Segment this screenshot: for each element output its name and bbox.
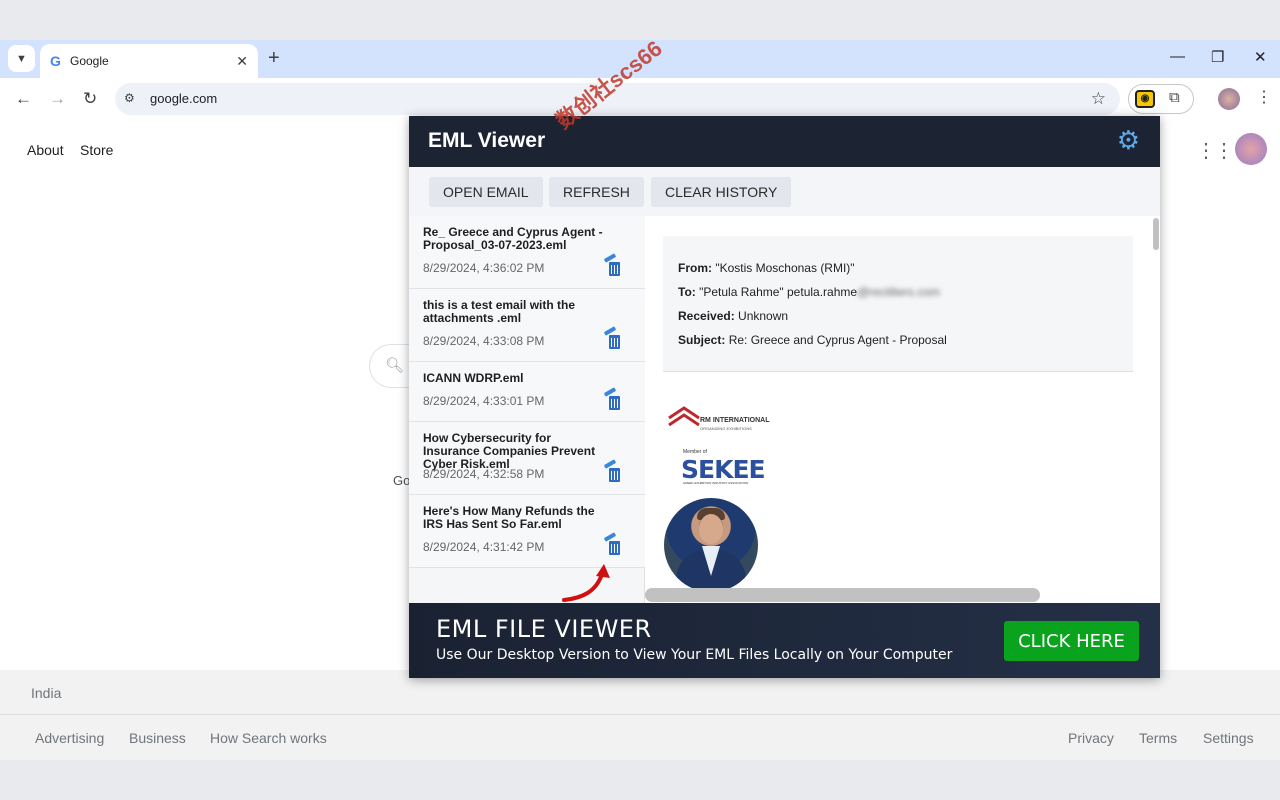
- email-file-name: ICANN WDRP.eml: [423, 371, 524, 385]
- email-date: 8/29/2024, 4:36:02 PM: [423, 261, 545, 275]
- google-offered-text: Go: [393, 473, 411, 488]
- email-date: 8/29/2024, 4:32:58 PM: [423, 467, 545, 481]
- site-settings-icon[interactable]: ⚙: [124, 91, 135, 105]
- rmi-chevron-icon: [668, 406, 700, 427]
- vertical-scrollbar[interactable]: [1153, 218, 1159, 250]
- email-list-item[interactable]: Re_ Greece and Cyprus Agent - Proposal_0…: [409, 216, 645, 289]
- restore-icon[interactable]: ❐: [1211, 48, 1224, 66]
- forward-icon[interactable]: →: [49, 89, 66, 109]
- how-search-works-link[interactable]: How Search works: [210, 730, 327, 746]
- sekee-name: SEKEE: [681, 455, 766, 484]
- clear-history-button[interactable]: CLEAR HISTORY: [651, 177, 792, 207]
- email-file-name: How Cybersecurity for Insurance Companie…: [423, 431, 596, 471]
- gear-icon[interactable]: ⚙: [1117, 125, 1140, 156]
- tab-search-chevron-down-icon[interactable]: ▼: [8, 45, 35, 72]
- popup-title: EML Viewer: [428, 129, 546, 152]
- google-favicon-icon: G: [50, 53, 61, 69]
- email-list-item[interactable]: How Cybersecurity for Insurance Companie…: [409, 422, 645, 495]
- subject-label: Subject:: [678, 333, 726, 347]
- click-here-button[interactable]: CLICK HERE: [1004, 621, 1139, 661]
- banner-subtitle: Use Our Desktop Version to View Your EML…: [436, 647, 953, 663]
- url-text[interactable]: google.com: [150, 91, 217, 106]
- email-list-item[interactable]: this is a test email with the attachment…: [409, 289, 645, 362]
- country-label: India: [31, 685, 62, 701]
- tab-google[interactable]: G Google ✕: [40, 44, 258, 78]
- delete-trash-icon[interactable]: [603, 532, 623, 557]
- received-row: Received: Unknown: [678, 309, 788, 323]
- store-link[interactable]: Store: [80, 142, 113, 158]
- about-link[interactable]: About: [27, 142, 64, 158]
- tab-title: Google: [70, 54, 109, 68]
- email-file-name: Re_ Greece and Cyprus Agent - Proposal_0…: [423, 225, 603, 252]
- sekee-subtitle: GREEK EXHIBITION INDUSTRY ASSOCIATION: [683, 481, 749, 485]
- email-list-item[interactable]: Here's How Many Refunds the IRS Has Sent…: [409, 495, 645, 568]
- rmi-logo-title: RM INTERNATIONAL: [700, 417, 770, 424]
- from-value: "Kostis Moschonas (RMI)": [715, 261, 855, 275]
- new-tab-plus-icon[interactable]: +: [268, 47, 280, 70]
- email-file-name: this is a test email with the attachment…: [423, 298, 576, 325]
- rmi-logo-subtitle: ORGANIZING EXHIBITIONS: [700, 426, 752, 431]
- banner-title: EML FILE VIEWER: [436, 615, 652, 643]
- to-value: "Petula Rahme" petula.rahme: [699, 285, 858, 299]
- tab-close-icon[interactable]: ✕: [236, 53, 248, 70]
- window-close-icon[interactable]: ✕: [1254, 48, 1267, 66]
- from-row: From: "Kostis Moschonas (RMI)": [678, 261, 855, 275]
- subject-value: Re: Greece and Cyprus Agent - Proposal: [728, 333, 947, 347]
- email-header-box: From: "Kostis Moschonas (RMI)" To: "Petu…: [663, 236, 1133, 372]
- open-email-button[interactable]: OPEN EMAIL: [429, 177, 543, 207]
- subject-row: Subject: Re: Greece and Cyprus Agent - P…: [678, 333, 947, 347]
- delete-trash-icon[interactable]: [603, 326, 623, 351]
- rmi-logo: RM INTERNATIONAL ORGANIZING EXHIBITIONS: [667, 404, 777, 436]
- email-date: 8/29/2024, 4:33:08 PM: [423, 334, 545, 348]
- delete-trash-icon[interactable]: [603, 387, 623, 412]
- delete-trash-icon[interactable]: [603, 253, 623, 278]
- received-label: Received:: [678, 309, 735, 323]
- settings-link[interactable]: Settings: [1203, 730, 1254, 746]
- delete-trash-icon[interactable]: [603, 459, 623, 484]
- sekee-logo: Member of SEKEE GREEK EXHIBITION INDUSTR…: [681, 449, 766, 489]
- to-blurred-domain: @rectiliers.com: [857, 285, 940, 299]
- browser-toolbar: ← → ↻ ⚙ google.com ☆ ◉ ⧉ ⋮: [0, 78, 1280, 120]
- to-row: To: "Petula Rahme" petula.rahme@rectilie…: [678, 285, 940, 299]
- advertising-link[interactable]: Advertising: [35, 730, 104, 746]
- popup-toolbar: OPEN EMAIL REFRESH CLEAR HISTORY: [409, 167, 1160, 216]
- annotation-arrow-icon: [562, 564, 610, 602]
- sender-photo: [664, 498, 758, 592]
- from-label: From:: [678, 261, 712, 275]
- email-date: 8/29/2024, 4:33:01 PM: [423, 394, 545, 408]
- extensions-pill: ◉ ⧉: [1128, 84, 1194, 114]
- popup-header: EML Viewer ⚙: [409, 116, 1160, 167]
- search-icon: 🔍︎: [385, 357, 405, 374]
- business-link[interactable]: Business: [129, 730, 186, 746]
- eml-viewer-popup: EML Viewer ⚙ OPEN EMAIL REFRESH CLEAR HI…: [409, 116, 1160, 678]
- email-history-list: Re_ Greece and Cyprus Agent - Proposal_0…: [409, 216, 645, 603]
- email-file-name: Here's How Many Refunds the IRS Has Sent…: [423, 504, 595, 531]
- email-list-item[interactable]: ICANN WDRP.eml 8/29/2024, 4:33:01 PM: [409, 362, 645, 422]
- refresh-button[interactable]: REFRESH: [549, 177, 644, 207]
- horizontal-scrollbar[interactable]: [645, 588, 1040, 602]
- privacy-link[interactable]: Privacy: [1068, 730, 1114, 746]
- profile-avatar[interactable]: [1218, 88, 1240, 110]
- email-preview-pane: From: "Kostis Moschonas (RMI)" To: "Petu…: [645, 216, 1160, 603]
- desktop-version-banner: EML FILE VIEWER Use Our Desktop Version …: [409, 603, 1160, 678]
- to-label: To:: [678, 285, 696, 299]
- kebab-menu-icon[interactable]: ⋮: [1256, 87, 1272, 107]
- reload-icon[interactable]: ↻: [83, 89, 97, 109]
- puzzle-icon[interactable]: ⧉: [1169, 89, 1180, 106]
- footer-links: Advertising Business How Search works Pr…: [0, 715, 1280, 760]
- google-account-avatar[interactable]: [1235, 133, 1267, 165]
- star-icon[interactable]: ☆: [1091, 89, 1106, 109]
- back-icon[interactable]: ←: [15, 89, 32, 109]
- email-date: 8/29/2024, 4:31:42 PM: [423, 540, 545, 554]
- terms-link[interactable]: Terms: [1139, 730, 1177, 746]
- minimize-icon[interactable]: —: [1170, 48, 1185, 65]
- eml-extension-icon[interactable]: ◉: [1135, 90, 1155, 108]
- received-value: Unknown: [738, 309, 789, 323]
